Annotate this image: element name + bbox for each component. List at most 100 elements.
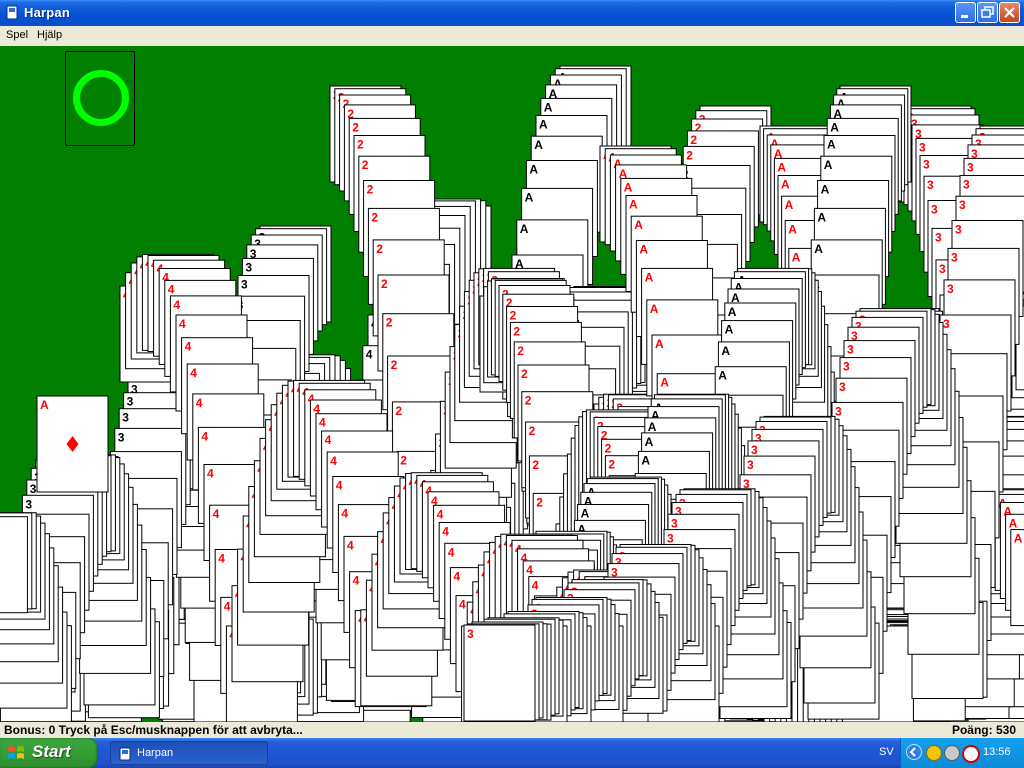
title-bar[interactable]: Harpan — [0, 0, 1024, 26]
trail-card-rank: 2 — [395, 404, 402, 418]
trail-card-rank: A — [650, 302, 659, 316]
trail-card-rank: A — [821, 183, 830, 197]
volume-icon[interactable] — [944, 745, 960, 761]
trail-card-rank: 3 — [963, 178, 970, 192]
close-button[interactable] — [999, 2, 1020, 23]
trail-card-rank: 3 — [923, 158, 930, 172]
trail-card-face — [463, 624, 536, 722]
app-icon — [119, 747, 131, 761]
trail-card: A — [1010, 529, 1024, 627]
trail-card-rank: 4 — [366, 348, 373, 362]
trail-card-rank: 2 — [529, 424, 536, 438]
antivirus-icon[interactable] — [962, 745, 980, 763]
trail-card-rank: A — [781, 178, 790, 192]
trail-card-rank: 4 — [526, 563, 533, 577]
trail-card-rank: A — [645, 270, 654, 284]
trail-card-rank: 3 — [245, 260, 252, 274]
menu-item-spel[interactable]: Spel — [6, 29, 28, 41]
trail-card-rank: A — [1009, 516, 1018, 530]
trail-card-rank: A — [785, 198, 794, 212]
trail-card-rank: 4 — [437, 507, 444, 521]
trail-card-rank: 4 — [173, 298, 180, 312]
trail-card-rank: 2 — [608, 458, 615, 472]
trail-card-rank: 2 — [362, 158, 369, 172]
bouncing-cards-cascade: AAAAAAAAAAAAAAAAAAAAAAAAAAAAAAAAAAAAAAAA… — [0, 65, 1024, 722]
trail-card-rank: A — [634, 218, 643, 232]
trail-card-rank: 3 — [667, 532, 674, 546]
trail-card-rank: 2 — [521, 367, 528, 381]
trail-card-rank: 2 — [371, 210, 378, 224]
trail-card-rank: 2 — [381, 277, 388, 291]
taskbar-item-label: Harpan — [137, 747, 174, 759]
trail-card-rank: 2 — [690, 133, 697, 147]
trail-card-rank: 4 — [319, 416, 326, 430]
trail-card-rank: 2 — [525, 394, 532, 408]
trail-card-rank: A — [718, 369, 727, 383]
trail-card-rank: A — [534, 138, 543, 152]
maximize-icon — [981, 6, 994, 18]
menu-item-hjalp[interactable]: Hjälp — [37, 29, 62, 41]
trail-card-rank: 3 — [835, 404, 842, 418]
trail-card-rank: A — [817, 210, 826, 224]
window-title: Harpan — [24, 5, 70, 20]
trail-card-rank: 4 — [196, 396, 203, 410]
windows-logo-icon — [8, 746, 24, 759]
trail-card-rank: 2 — [532, 458, 539, 472]
featured-card-rank: A — [40, 398, 49, 412]
trail-card-rank: A — [645, 435, 654, 449]
close-icon — [1004, 7, 1015, 18]
trail-card-rank: 3 — [122, 411, 129, 425]
game-board[interactable]: AAAAAAAAAAAAAAAAAAAAAAAAAAAAAAAAAAAAAAAA… — [0, 46, 1024, 722]
trail-card-rank: 3 — [751, 443, 758, 457]
trail-card: 3 — [0, 516, 28, 614]
trail-card-rank: 3 — [955, 223, 962, 237]
trail-card-rank: 3 — [939, 262, 946, 276]
trail-card-rank: 3 — [967, 160, 974, 174]
taskbar-item-harpan[interactable]: Harpan — [110, 741, 268, 765]
trail-card-rank: 2 — [400, 453, 407, 467]
trail-card-rank: 2 — [352, 120, 359, 134]
trail-card-face — [0, 516, 28, 614]
trail-card-rank: A — [1014, 532, 1023, 546]
trail-card-rank: 4 — [325, 433, 332, 447]
maximize-button[interactable] — [977, 2, 998, 23]
trail-card-rank: 3 — [671, 516, 678, 530]
network-icon[interactable] — [926, 745, 942, 761]
trail-card-rank: 4 — [453, 570, 460, 584]
chevron-left-icon[interactable] — [906, 744, 922, 760]
minimize-button[interactable] — [955, 2, 976, 23]
trail-card-rank: 4 — [341, 507, 348, 521]
trail-card-rank: 3 — [241, 278, 248, 292]
trail-card-rank: A — [827, 138, 836, 152]
trail-card-rank: A — [629, 198, 638, 212]
start-button[interactable]: Start — [0, 738, 98, 768]
trail-card-rank: A — [788, 223, 797, 237]
trail-card-rank: 4 — [224, 599, 231, 613]
trail-card-rank: 3 — [935, 230, 942, 244]
trail-card-rank: 3 — [25, 497, 32, 511]
trail-card-rank: 4 — [347, 538, 354, 552]
trail-card: 3 — [463, 624, 536, 722]
trail-card-rank: A — [648, 420, 657, 434]
trail-card-rank: A — [792, 250, 801, 264]
clock: 13:56 — [983, 746, 1011, 758]
trail-card-rank: A — [529, 163, 538, 177]
trail-card-rank: 3 — [919, 140, 926, 154]
trail-card-rank: A — [655, 337, 664, 351]
trail-card-rank: A — [544, 100, 553, 114]
status-bar: Bonus: 0 Tryck på Esc/musknappen för att… — [0, 722, 1024, 738]
trail-card-rank: 4 — [207, 467, 214, 481]
trail-card-rank: 2 — [513, 324, 520, 338]
trail-card-rank: 2 — [376, 242, 383, 256]
trail-card-rank: 4 — [218, 552, 225, 566]
trail-card-rank: 4 — [532, 579, 539, 593]
trail-card-rank: 3 — [30, 482, 37, 496]
trail-card-rank: 2 — [605, 441, 612, 455]
trail-card-rank: 3 — [118, 430, 125, 444]
trail-card-rank: A — [721, 344, 730, 358]
trail-card-rank: A — [660, 376, 669, 390]
trail-card-rank: A — [539, 118, 548, 132]
language-indicator[interactable]: SV — [879, 746, 894, 758]
trail-card-rank: 2 — [517, 344, 524, 358]
trail-card-rank: 3 — [959, 198, 966, 212]
